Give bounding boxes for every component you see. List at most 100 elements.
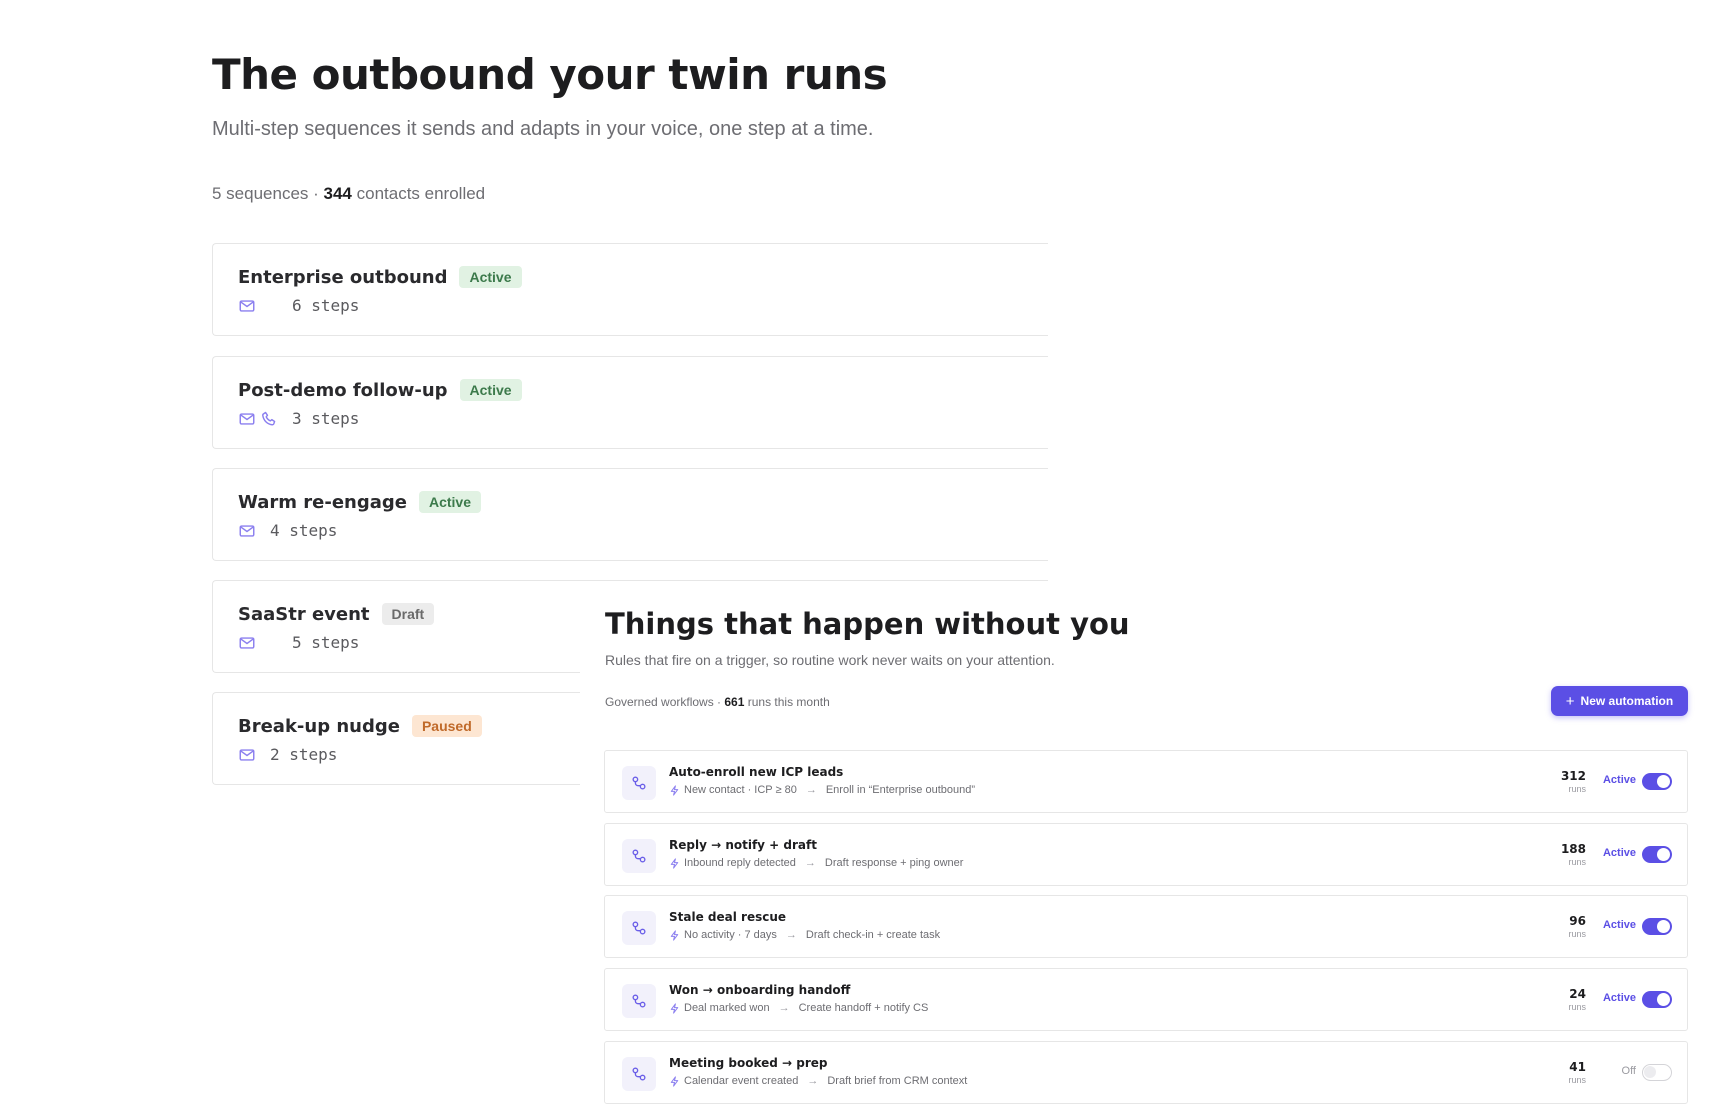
runs-counter: 188 runs (1546, 842, 1586, 867)
arrow-right-icon: → (785, 929, 797, 941)
new-automation-button[interactable]: + New automation (1551, 686, 1688, 716)
plus-icon: + (1565, 692, 1575, 710)
automation-name: Won → onboarding handoff (669, 983, 851, 997)
contacts-suffix: contacts enrolled (351, 184, 486, 203)
runs-count: 41 (1569, 1060, 1586, 1074)
toggle-knob (1657, 993, 1670, 1006)
runs-counter: 41 runs (1546, 1060, 1586, 1085)
sequence-name: Break-up nudge (238, 715, 400, 737)
automation-row[interactable]: Auto-enroll new ICP leads New contact · I… (604, 750, 1688, 813)
toggle-knob (1657, 848, 1670, 861)
sequence-steps-row: 4 steps (238, 521, 337, 540)
sequence-steps-row: 3 steps (238, 409, 359, 428)
runs-suffix: runs this month (744, 695, 830, 709)
runs-label: runs (1568, 1002, 1586, 1012)
automation-row[interactable]: Meeting booked → prep Calendar event crea… (604, 1041, 1688, 1104)
automation-flow: No activity · 7 days → Draft check-in + cr… (669, 929, 940, 941)
enable-toggle[interactable] (1642, 991, 1672, 1008)
enable-toggle[interactable] (1642, 846, 1672, 863)
runs-count: 96 (1569, 914, 1586, 928)
workflow-icon (622, 766, 656, 800)
arrow-right-icon: → (778, 1002, 790, 1014)
automation-name: Meeting booked → prep (669, 1056, 828, 1070)
workflow-icon (622, 839, 656, 873)
bolt-icon (669, 929, 680, 941)
action-text: Enroll in “Enterprise outbound” (825, 784, 976, 796)
bolt-icon (669, 784, 680, 796)
runs-count: 24 (1569, 987, 1586, 1001)
action-text: Draft check-in + create task (805, 929, 941, 941)
steps-count: 6 steps (292, 296, 360, 315)
sequence-name-row: Warm re-engage Active (238, 491, 481, 513)
automation-flow: New contact · ICP ≥ 80 → Enroll in “Enterp… (669, 784, 975, 796)
automation-row[interactable]: Won → onboarding handoff Deal marked won →… (604, 968, 1688, 1031)
sequence-name-row: Break-up nudge Paused (238, 715, 482, 737)
sequences-summary: 5 sequences · 344 contacts enrolled (212, 184, 485, 204)
sequence-card[interactable]: Warm re-engage Active 4 steps (212, 468, 1048, 561)
runs-count: 188 (1560, 842, 1586, 856)
status-badge: Active (459, 266, 522, 288)
runs-counter: 24 runs (1546, 987, 1586, 1012)
mail-icon (238, 522, 256, 540)
sequence-name: Warm re-engage (238, 491, 407, 513)
automations-summary: Governed workflows · 661 runs this month (605, 695, 830, 709)
toggle-knob (1657, 920, 1670, 933)
automation-row[interactable]: Reply → notify + draft Inbound reply dete… (604, 823, 1688, 886)
mail-icon (238, 746, 256, 764)
automation-name: Stale deal rescue (669, 910, 787, 924)
toggle-knob (1644, 1066, 1656, 1078)
arrow-right-icon: → (804, 857, 816, 869)
state-label: Active (1602, 919, 1636, 931)
status-badge: Active (459, 379, 522, 401)
sequence-card[interactable]: Enterprise outbound Active 6 steps (212, 243, 1048, 336)
bolt-icon (669, 857, 680, 869)
runs-label: runs (1568, 1075, 1586, 1085)
enable-toggle[interactable] (1642, 1064, 1672, 1081)
trigger-text: Inbound reply detected (684, 857, 796, 869)
page-subtitle: Multi-step sequences it sends and adapts… (212, 118, 874, 140)
enable-toggle[interactable] (1642, 918, 1672, 935)
trigger-text: Deal marked won (684, 1002, 770, 1014)
steps-count: 5 steps (292, 633, 360, 652)
state-label: Active (1602, 847, 1636, 859)
sequence-name: Enterprise outbound (238, 266, 448, 288)
automation-name: Reply → notify + draft (669, 838, 817, 852)
bolt-icon (669, 1002, 680, 1014)
workflow-icon (622, 911, 656, 945)
sequence-name: Post-demo follow-up (238, 379, 448, 401)
bolt-icon (669, 1075, 680, 1087)
phone-icon (260, 410, 278, 428)
sequence-name: SaaStr event (238, 603, 370, 625)
automations-panel: Things that happen without you Rules tha… (580, 590, 1728, 1117)
mail-icon (238, 410, 256, 428)
workflows-label: Governed workflows · (605, 695, 725, 709)
runs-counter: 96 runs (1546, 914, 1586, 939)
channel-spacer (260, 297, 282, 315)
action-text: Draft response + ping owner (824, 857, 964, 869)
status-badge: Paused (411, 715, 482, 737)
trigger-text: No activity · 7 days (684, 929, 777, 941)
automations-subtitle: Rules that fire on a trigger, so routine… (605, 652, 1055, 668)
runs-label: runs (1568, 784, 1586, 794)
sequence-card[interactable]: Post-demo follow-up Active 3 steps (212, 356, 1048, 449)
sequence-steps-row: 6 steps (238, 296, 359, 315)
sequence-steps-row: 2 steps (238, 745, 337, 764)
status-badge: Active (418, 491, 481, 513)
contacts-count: 344 (323, 184, 352, 203)
sequences-count: 5 sequences · (212, 184, 324, 203)
runs-counter: 312 runs (1546, 769, 1586, 794)
automation-flow: Calendar event created → Draft brief from … (669, 1075, 967, 1087)
state-label: Off (1621, 1065, 1636, 1077)
runs-label: runs (1568, 857, 1586, 867)
action-text: Create handoff + notify CS (798, 1002, 929, 1014)
automation-row[interactable]: Stale deal rescue No activity · 7 days → Dr… (604, 895, 1688, 958)
mail-icon (238, 297, 256, 315)
sequence-name-row: Enterprise outbound Active (238, 266, 522, 288)
steps-count: 4 steps (270, 521, 338, 540)
action-text: Draft brief from CRM context (827, 1075, 968, 1087)
arrow-right-icon: → (805, 784, 817, 796)
new-automation-label: New automation (1580, 694, 1674, 708)
enable-toggle[interactable] (1642, 773, 1672, 790)
automation-flow: Deal marked won → Create handoff + notify … (669, 1002, 928, 1014)
mail-icon (238, 634, 256, 652)
